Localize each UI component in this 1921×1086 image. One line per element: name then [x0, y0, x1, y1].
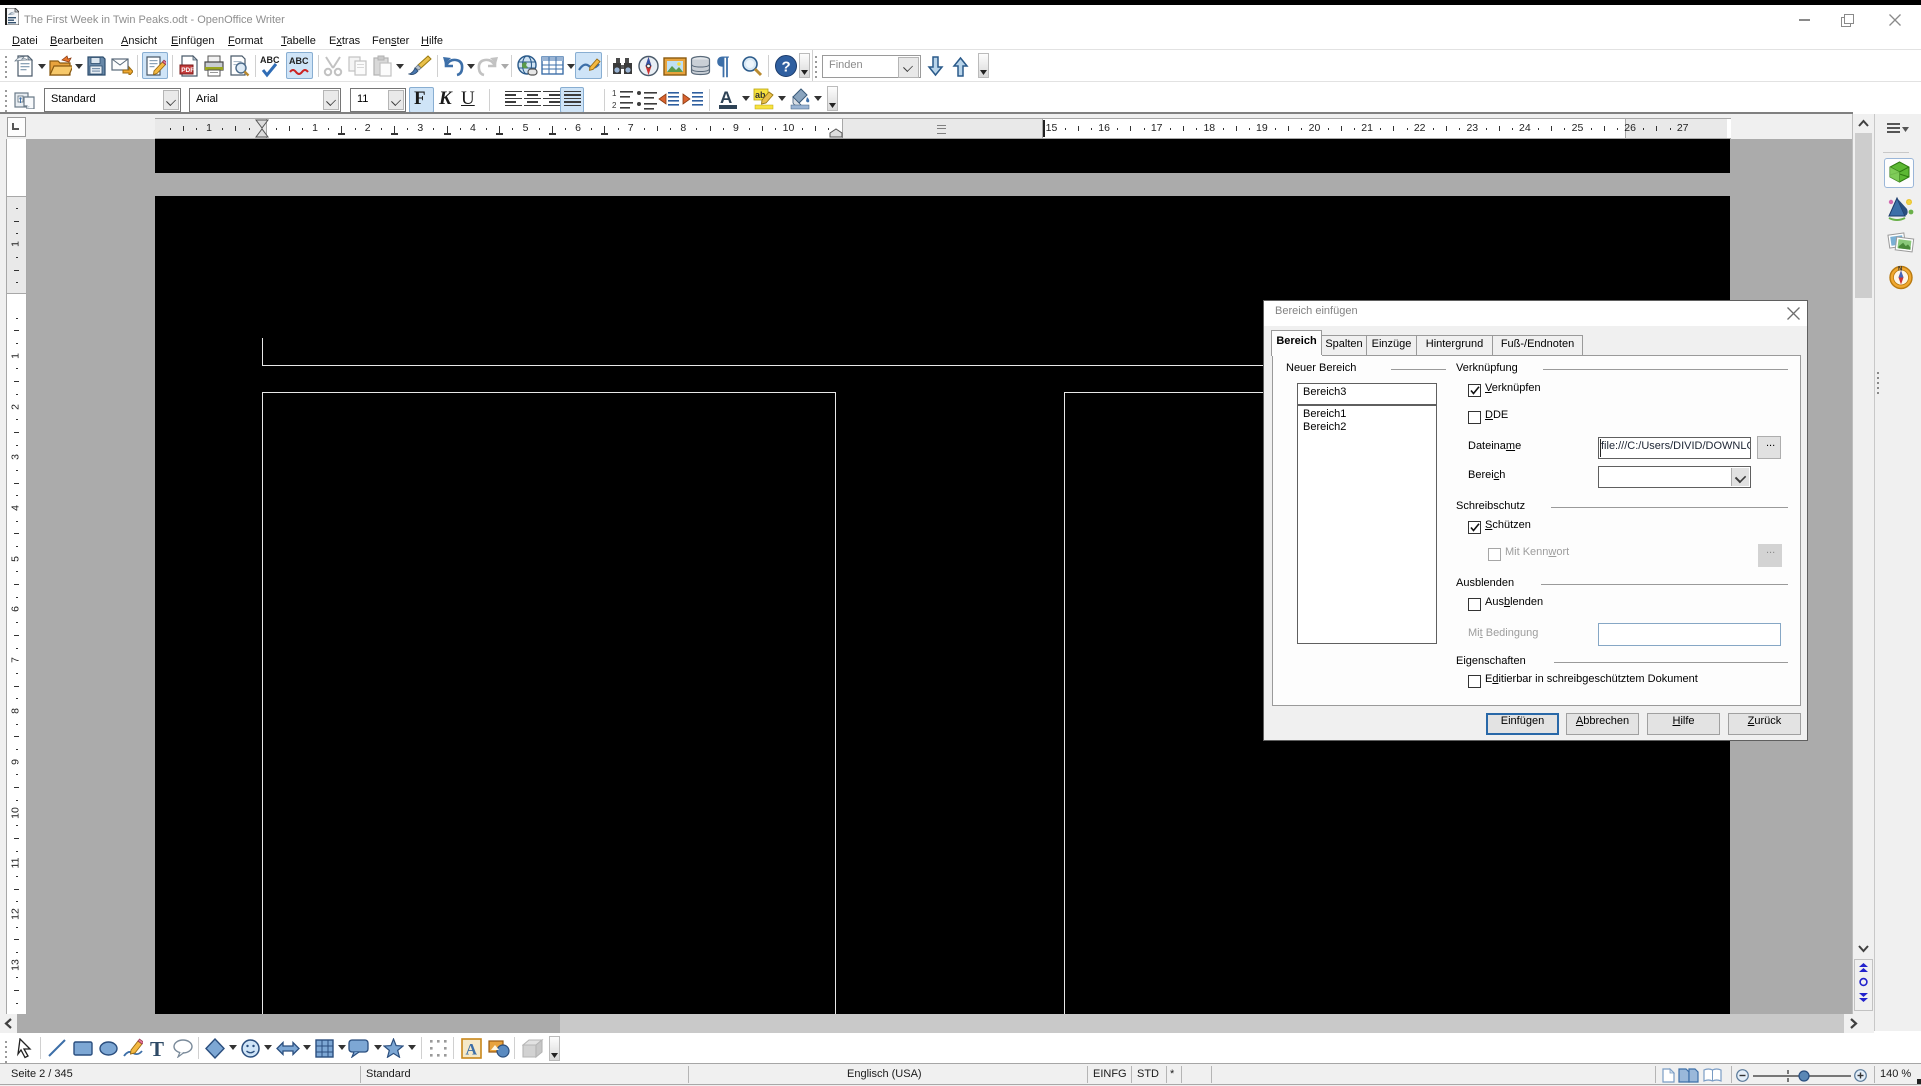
svg-text:A: A: [720, 88, 732, 107]
svg-text:PDF: PDF: [181, 67, 194, 74]
svg-text:N: N: [1898, 267, 1902, 273]
svg-text:?: ?: [782, 59, 791, 76]
svg-text:A: A: [466, 1042, 478, 1059]
svg-text:2: 2: [612, 101, 617, 110]
svg-text:T: T: [150, 1038, 164, 1059]
svg-text:ABC: ABC: [260, 55, 280, 65]
svg-text:1: 1: [612, 89, 617, 98]
svg-text:¶: ¶: [716, 54, 730, 78]
svg-text:ABC: ABC: [289, 56, 309, 66]
